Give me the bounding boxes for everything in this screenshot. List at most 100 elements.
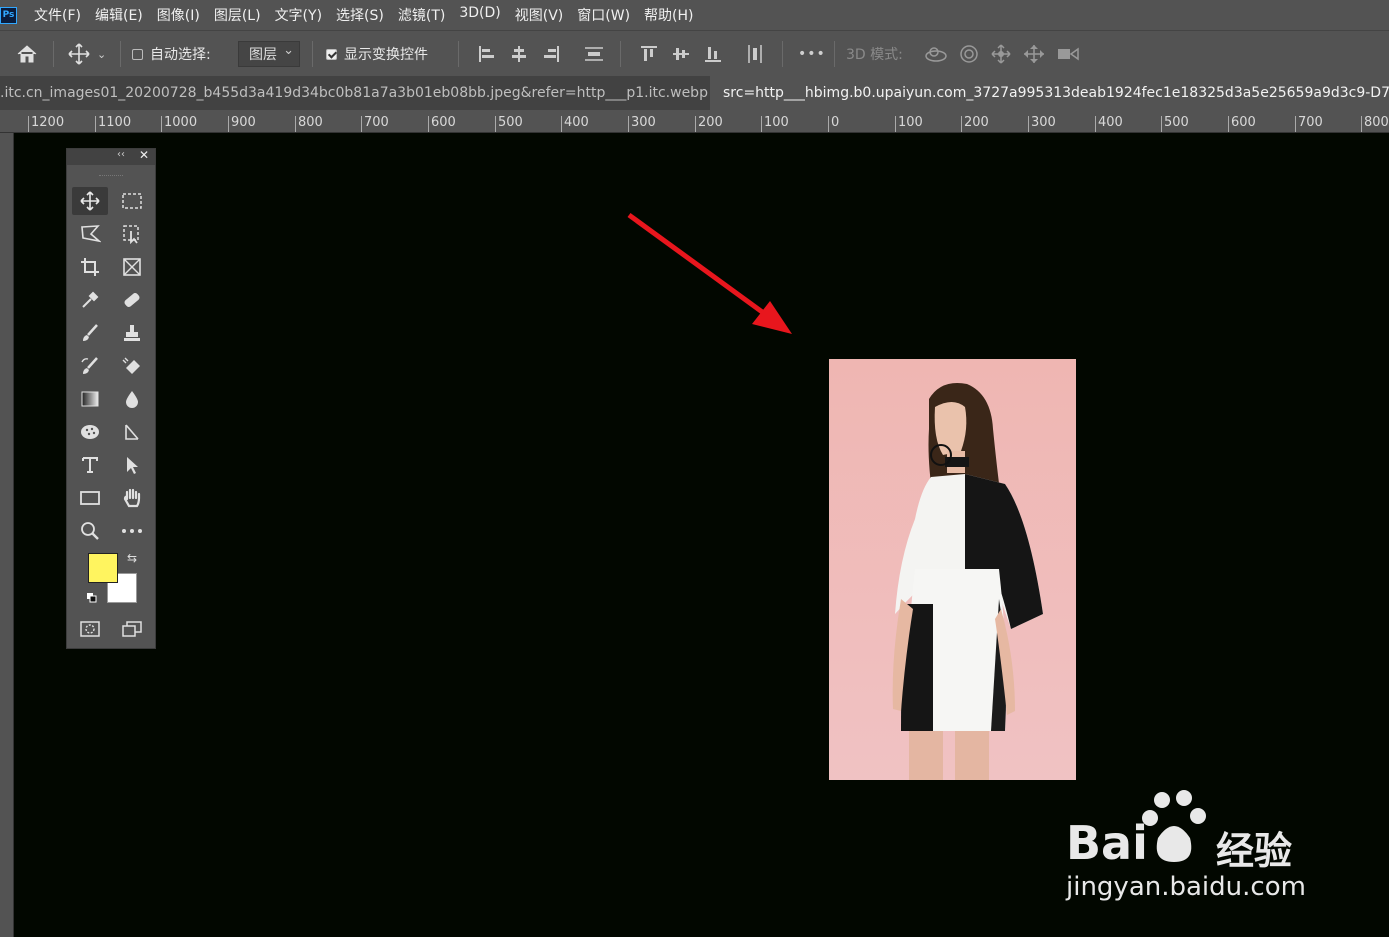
zoom-tool[interactable] xyxy=(72,517,108,545)
quick-mask-icon xyxy=(80,621,100,637)
orbit-3d-button[interactable] xyxy=(924,31,948,77)
healing-brush-tool[interactable] xyxy=(114,286,150,314)
clone-stamp-tool[interactable] xyxy=(114,319,150,347)
ruler-label: 800 xyxy=(295,116,323,132)
drag-3d-button[interactable] xyxy=(990,31,1012,77)
align-bottom-icon xyxy=(705,47,721,62)
menu-edit[interactable]: 编辑(E) xyxy=(95,5,143,25)
align-horizontal-center-icon xyxy=(512,46,526,62)
video-camera-icon xyxy=(1058,47,1079,61)
align-center-button[interactable] xyxy=(510,31,528,77)
home-button[interactable] xyxy=(16,31,38,77)
tab-title: .itc.cn_images01_20200728_b455d3a419d34b… xyxy=(0,85,708,101)
align-left-button[interactable] xyxy=(478,31,496,77)
separator xyxy=(782,41,783,67)
separator xyxy=(53,41,54,67)
ruler-label: 300 xyxy=(1028,116,1056,132)
menu-view[interactable]: 视图(V) xyxy=(515,5,564,25)
canvas-image[interactable] xyxy=(829,359,1076,780)
move-tool-preset-button[interactable]: ⌄ xyxy=(67,31,106,77)
baidu-jingyan-watermark: Bai 经验 jingyan.baidu.com xyxy=(1062,788,1322,908)
quick-mask-button[interactable] xyxy=(72,615,108,643)
options-bar: ⌄ 自动选择: 图层 显示变换控件 ••• 3D 模式: xyxy=(0,30,1389,76)
vertical-ruler[interactable] xyxy=(0,133,14,937)
separator xyxy=(120,41,121,67)
swap-colors-icon[interactable]: ⇆ xyxy=(127,551,137,565)
align-right-button[interactable] xyxy=(542,31,560,77)
slide-3d-button[interactable] xyxy=(1022,31,1046,77)
document-tab-bar: .itc.cn_images01_20200728_b455d3a419d34b… xyxy=(0,76,1389,110)
eyedropper-tool[interactable] xyxy=(72,286,108,314)
watermark-jingyan: 经验 xyxy=(1216,829,1293,873)
eraser-tool[interactable] xyxy=(114,352,150,380)
menu-select[interactable]: 选择(S) xyxy=(336,5,384,25)
pen-icon xyxy=(125,424,139,440)
marquee-tool[interactable] xyxy=(114,187,150,215)
pen-tool[interactable] xyxy=(114,418,150,446)
more-icon xyxy=(122,529,142,533)
screen-mode-button[interactable] xyxy=(114,615,150,643)
distribute-vertical-button[interactable] xyxy=(746,31,764,77)
ruler-label: 600 xyxy=(428,116,456,132)
document-tab-2[interactable]: src=http___hbimg.b0.upaiyun.com_3727a995… xyxy=(710,76,1389,110)
show-transform-label: 显示变换控件 xyxy=(344,47,428,63)
auto-select-checkbox[interactable]: 自动选择: xyxy=(132,31,211,77)
show-transform-check-icon xyxy=(326,48,337,60)
ruler-label: 500 xyxy=(495,116,523,132)
menu-file[interactable]: 文件(F) xyxy=(34,5,81,25)
zoom-icon xyxy=(81,522,99,540)
roll-3d-button[interactable] xyxy=(958,31,980,77)
close-icon[interactable]: ✕ xyxy=(139,148,149,162)
align-top-button[interactable] xyxy=(640,31,658,77)
crop-icon xyxy=(81,258,99,276)
menu-type[interactable]: 文字(Y) xyxy=(275,5,322,25)
align-middle-button[interactable] xyxy=(672,31,690,77)
rectangle-marquee-icon xyxy=(122,193,142,209)
menu-layer[interactable]: 图层(L) xyxy=(214,5,261,25)
separator xyxy=(458,41,459,67)
rectangle-tool[interactable] xyxy=(72,484,108,512)
menu-3d[interactable]: 3D(D) xyxy=(459,5,500,25)
align-bottom-button[interactable] xyxy=(704,31,722,77)
distribute-button[interactable] xyxy=(584,31,604,77)
menu-image[interactable]: 图像(I) xyxy=(157,5,200,25)
layer-select-dropdown[interactable]: 图层 xyxy=(238,31,300,77)
drag-3d-icon xyxy=(991,44,1011,64)
crop-tool[interactable] xyxy=(72,253,108,281)
orbit-3d-icon xyxy=(925,47,947,62)
hand-tool[interactable] xyxy=(114,484,150,512)
path-selection-tool[interactable] xyxy=(114,451,150,479)
watermark-domain: jingyan.baidu.com xyxy=(1066,872,1306,902)
slide-3d-icon xyxy=(1024,45,1044,63)
show-transform-checkbox[interactable]: 显示变换控件 xyxy=(326,31,428,77)
document-tab-1[interactable]: .itc.cn_images01_20200728_b455d3a419d34b… xyxy=(0,76,708,110)
gradient-tool[interactable] xyxy=(72,385,108,413)
model-photo xyxy=(892,383,1043,780)
move-tool[interactable] xyxy=(72,187,108,215)
tools-panel-header[interactable]: ‹‹ ✕ xyxy=(67,148,155,165)
default-colors-icon[interactable] xyxy=(87,593,97,603)
mode-3d-label: 3D 模式: xyxy=(846,47,903,63)
menu-help[interactable]: 帮助(H) xyxy=(644,5,693,25)
type-tool[interactable] xyxy=(72,451,108,479)
lasso-tool[interactable] xyxy=(72,220,108,248)
more-options-button[interactable]: ••• xyxy=(798,31,826,77)
edit-toolbar-button[interactable] xyxy=(114,517,150,545)
camera-3d-button[interactable] xyxy=(1056,31,1080,77)
blur-tool[interactable] xyxy=(114,385,150,413)
foreground-color-swatch[interactable] xyxy=(88,553,118,583)
object-selection-tool[interactable] xyxy=(114,220,150,248)
ruler-label: 600 xyxy=(1228,116,1256,132)
ruler-label: 700 xyxy=(1295,116,1323,132)
menu-window[interactable]: 窗口(W) xyxy=(577,5,630,25)
frame-tool[interactable] xyxy=(114,253,150,281)
collapse-icon[interactable]: ‹‹ xyxy=(117,149,125,160)
menu-bar: Ps 文件(F) 编辑(E) 图像(I) 图层(L) 文字(Y) 选择(S) 滤… xyxy=(0,0,1389,30)
menu-filter[interactable]: 滤镜(T) xyxy=(398,5,445,25)
horizontal-ruler[interactable]: 1200 1100 1000 900 800 700 600 500 400 3… xyxy=(0,110,1389,133)
panel-grip[interactable] xyxy=(99,165,123,176)
brush-tool[interactable] xyxy=(72,319,108,347)
history-brush-tool[interactable] xyxy=(72,352,108,380)
sponge-tool[interactable] xyxy=(72,418,108,446)
ruler-label: 100 xyxy=(761,116,789,132)
